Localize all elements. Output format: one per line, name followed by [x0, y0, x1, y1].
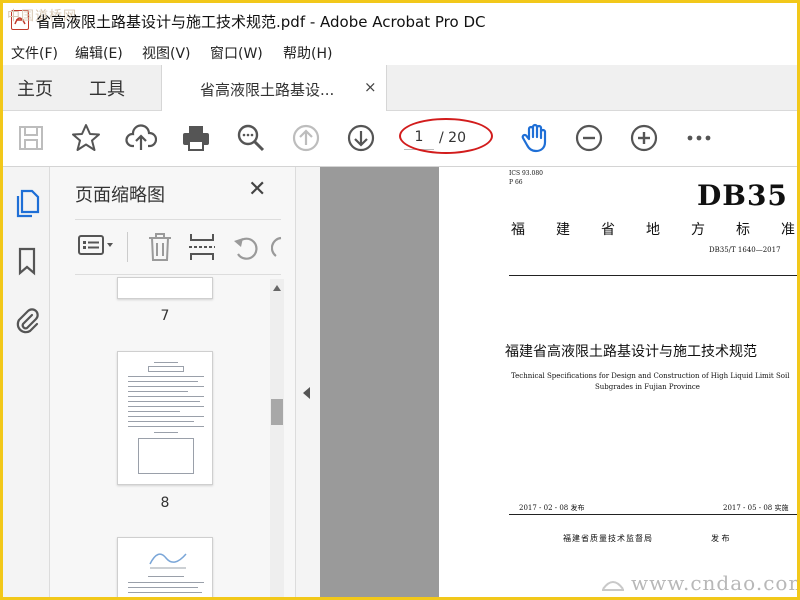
cloud-upload-icon[interactable] — [125, 122, 157, 154]
tab-tools[interactable]: 工具 — [89, 75, 125, 101]
scroll-up-arrow-icon[interactable] — [273, 285, 281, 291]
thumbnail-options-icon[interactable] — [77, 230, 117, 264]
thumbnail-page-8[interactable] — [117, 351, 213, 485]
more-options-icon[interactable] — [683, 122, 715, 154]
title-bar: 中国道桥网 省高液限土路基设计与施工技术规范.pdf - Adobe Acrob… — [3, 3, 797, 37]
implementation-date: 2017 - 05 - 08 实施 — [723, 504, 789, 512]
issuer: 福建省质量技术监督局 — [563, 534, 653, 543]
heading-char: 建 — [556, 222, 570, 238]
zoom-out-icon[interactable] — [573, 122, 605, 154]
extract-page-icon[interactable] — [187, 230, 217, 264]
panel-title: 页面缩略图 — [75, 185, 165, 206]
tab-home[interactable]: 主页 — [17, 75, 53, 101]
footer-rule — [509, 514, 797, 515]
heading-char: 地 — [646, 222, 660, 238]
watermark-url: www.cndao.com — [631, 571, 800, 595]
thumbnail-scrollbar[interactable] — [270, 279, 284, 597]
heading-char: 福 — [511, 222, 525, 238]
document-title-en-line2: Subgrades in Fujian Province — [595, 383, 700, 391]
collapse-panel-arrow-icon[interactable] — [303, 387, 310, 399]
thumbnail-page-number: 7 — [160, 308, 170, 324]
panel-splitter[interactable] — [296, 167, 320, 597]
menu-file[interactable]: 文件(F) — [11, 43, 58, 63]
page-thumbnails-icon[interactable] — [13, 187, 41, 219]
standard-logo: DB35 — [697, 179, 788, 212]
next-page-icon[interactable] — [345, 122, 377, 154]
print-icon[interactable] — [180, 122, 212, 154]
zoom-in-icon[interactable] — [628, 122, 660, 154]
thumbnails-panel: 页面缩略图 ✕ 7 8 — [50, 167, 296, 597]
standard-number: DB35/T 1640—2017 — [709, 246, 781, 254]
bookmark-star-icon[interactable] — [70, 122, 102, 154]
heading-char: 方 — [691, 222, 705, 238]
bookmarks-icon[interactable] — [13, 245, 41, 277]
attachments-paperclip-icon[interactable] — [13, 303, 41, 335]
zoom-search-icon[interactable] — [235, 122, 267, 154]
menu-view[interactable]: 视图(V) — [142, 43, 191, 63]
window-title: 省高液限土路基设计与施工技术规范.pdf - Adobe Acrobat Pro… — [36, 13, 486, 31]
issue-date: 2017 - 02 - 08 发布 — [519, 504, 585, 512]
heading-char: 省 — [601, 222, 615, 238]
delete-page-trash-icon[interactable] — [145, 230, 175, 264]
rotate-clockwise-icon[interactable] — [271, 230, 283, 264]
menu-bar: 文件(F) 编辑(E) 视图(V) 窗口(W) 帮助(H) — [3, 37, 797, 65]
document-title-cn: 福建省高液限土路基设计与施工技术规范 — [505, 344, 757, 360]
document-page: ICS 93.080 P 66 DB35 福 建 省 地 方 标 准 DB35/… — [439, 167, 797, 597]
scrollbar-thumb[interactable] — [271, 399, 283, 425]
scrollbar-track — [270, 279, 284, 597]
menu-help[interactable]: 帮助(H) — [283, 43, 332, 63]
ics-code: ICS 93.080 — [509, 170, 543, 177]
page-highlight-circle — [399, 118, 493, 154]
thumbnail-page-9[interactable] — [117, 537, 213, 597]
heading-char: 标 — [736, 222, 750, 238]
thumbnail-page-number: 8 — [160, 495, 170, 511]
navigation-rail — [3, 167, 50, 597]
heading-char: 准 — [781, 222, 795, 238]
tab-bar: 主页 工具 省高液限土路基设... × — [3, 65, 797, 112]
tab-close-button[interactable]: × — [364, 78, 377, 96]
panel-toolbar — [75, 219, 283, 275]
tab-document[interactable]: 省高液限土路基设... × — [161, 65, 387, 112]
thumbnail-chart-graphic — [149, 553, 187, 569]
document-viewer-background — [320, 167, 439, 597]
menu-window[interactable]: 窗口(W) — [210, 43, 263, 63]
menu-edit[interactable]: 编辑(E) — [75, 43, 123, 63]
header-rule — [509, 275, 797, 276]
rotate-counterclockwise-icon[interactable] — [231, 230, 261, 264]
app-window: 中国道桥网 省高液限土路基设计与施工技术规范.pdf - Adobe Acrob… — [0, 0, 800, 600]
toolbar-divider — [127, 232, 128, 262]
watermark-bridge-icon — [602, 581, 624, 591]
previous-page-icon[interactable] — [290, 122, 322, 154]
p-code: P 66 — [509, 179, 523, 186]
thumbnail-page-7[interactable] — [117, 277, 213, 299]
tab-document-label: 省高液限土路基设... — [200, 81, 335, 99]
document-title-en: Technical Specifications for Design and … — [511, 372, 790, 380]
save-icon[interactable] — [15, 122, 47, 154]
panel-close-button[interactable]: ✕ — [248, 177, 266, 202]
hand-tool-icon[interactable] — [519, 122, 551, 154]
issuer-action: 发 布 — [711, 534, 730, 543]
